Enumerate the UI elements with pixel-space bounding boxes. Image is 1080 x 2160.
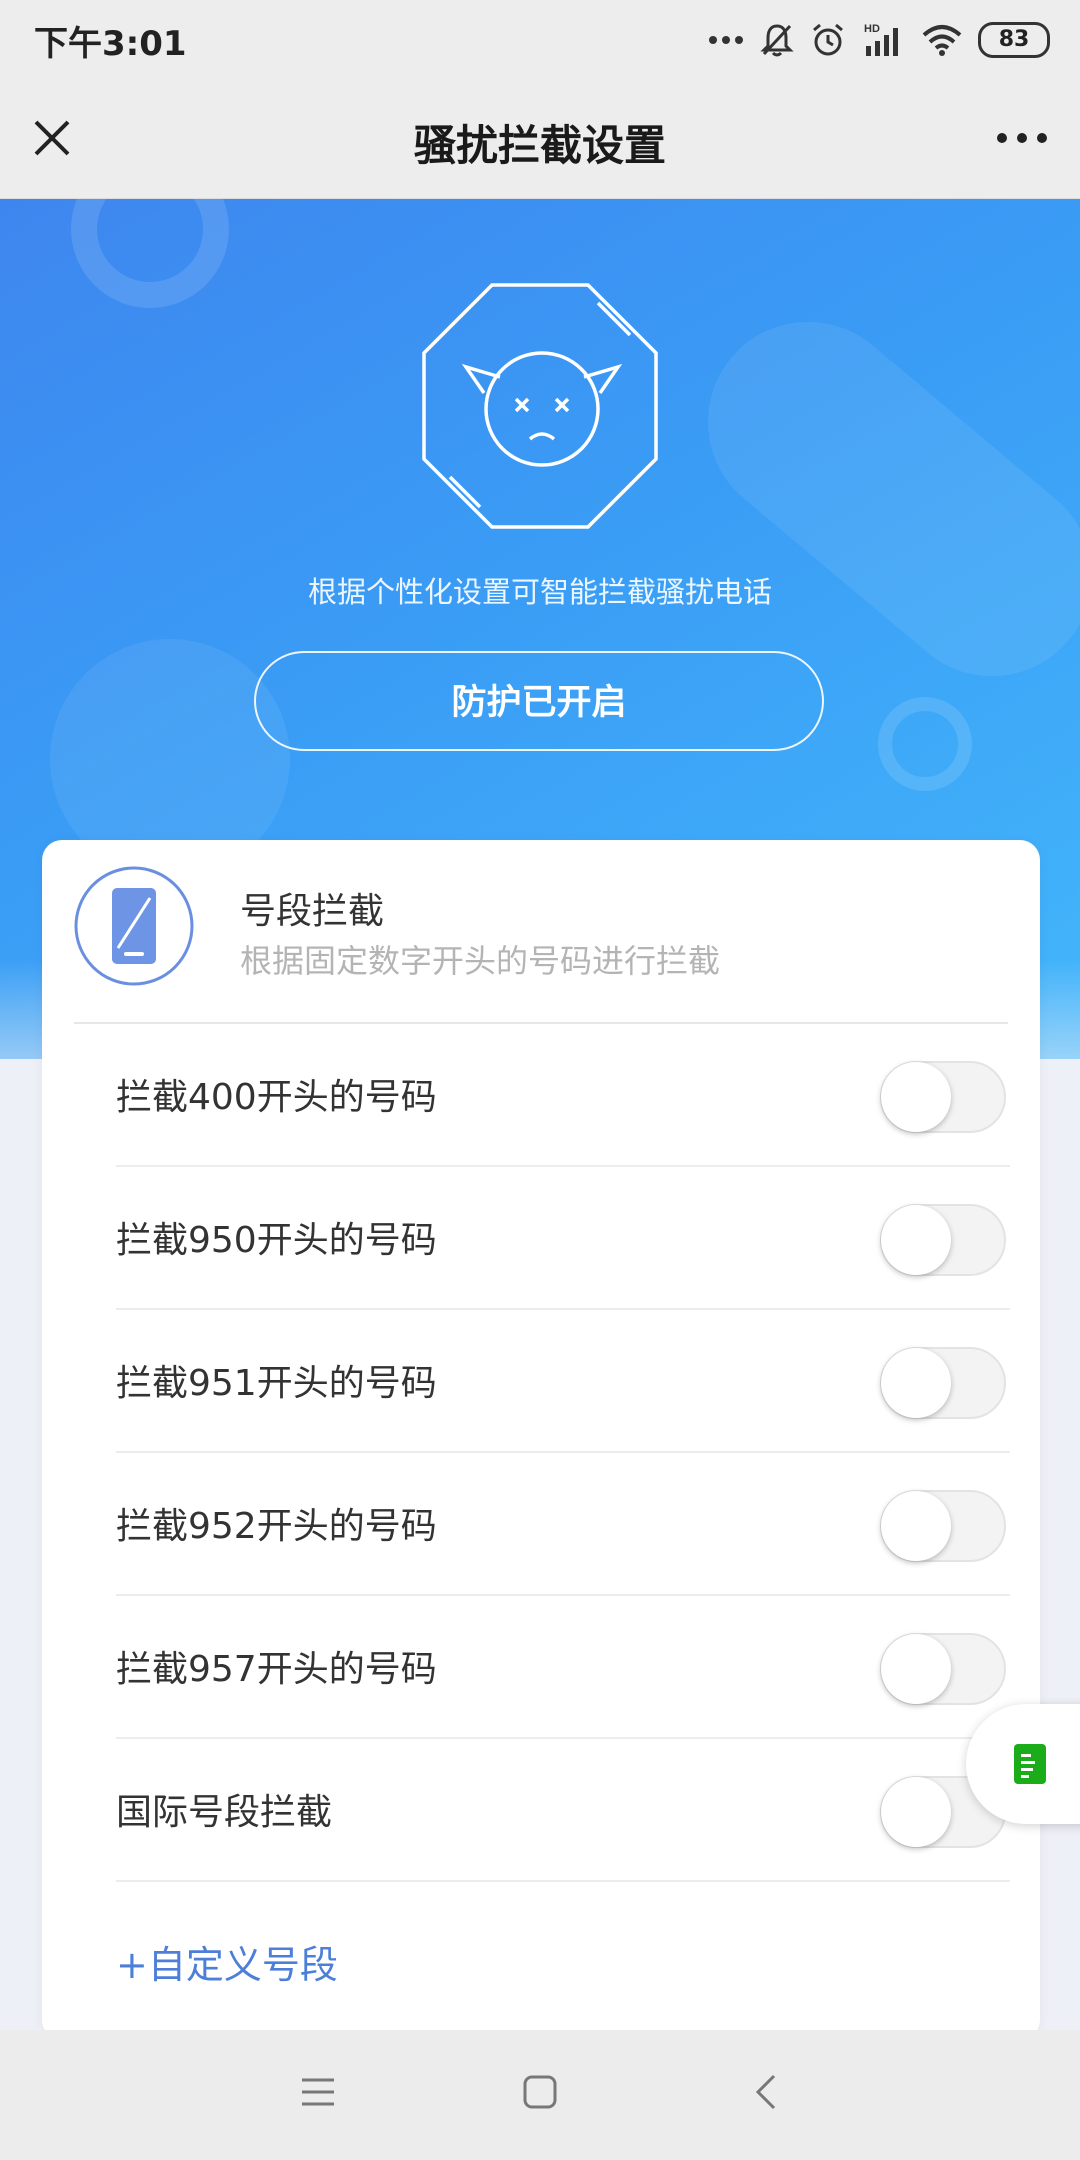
setting-label: 国际号段拦截: [116, 1792, 333, 1833]
toggle-knob: [881, 1777, 951, 1847]
toggle-knob: [881, 1491, 951, 1561]
decor-ring-top-left: [71, 199, 229, 308]
toggle-knob: [881, 1348, 951, 1418]
decor-ring-right: [878, 697, 972, 791]
card-title: 号段拦截: [240, 891, 385, 932]
home-icon[interactable]: [522, 2074, 558, 2110]
setting-label: 拦截952开头的号码: [116, 1506, 437, 1547]
toggle-switch-950[interactable]: [880, 1204, 1006, 1276]
phone-icon: [74, 866, 194, 986]
status-icons: HD 83: [708, 18, 1050, 62]
network-label: HD: [864, 23, 880, 35]
alarm-icon: [813, 23, 843, 56]
setting-row-400[interactable]: 拦截400开头的号码: [116, 1024, 1010, 1167]
signal-icon: HD: [864, 23, 898, 56]
page-title: 骚扰拦截设置: [413, 121, 666, 170]
toggle-knob: [881, 1634, 951, 1704]
wifi-icon: [922, 25, 962, 56]
toggle-knob: [881, 1205, 951, 1275]
menu-icon[interactable]: [300, 2074, 336, 2110]
toggle-knob: [881, 1062, 951, 1132]
setting-row-951[interactable]: 拦截951开头的号码: [116, 1310, 1010, 1453]
setting-label: 拦截950开头的号码: [116, 1220, 437, 1261]
setting-row-952[interactable]: 拦截952开头的号码: [116, 1453, 1010, 1596]
more-dots-icon: [709, 36, 743, 44]
nav-bar: 骚扰拦截设置: [0, 80, 1080, 199]
setting-label: 拦截957开头的号码: [116, 1649, 437, 1690]
setting-label: 拦截951开头的号码: [116, 1363, 437, 1404]
system-navigation-bar: [0, 2030, 1080, 2160]
status-time: 下午3:01: [34, 24, 187, 64]
floating-document-button[interactable]: [966, 1704, 1080, 1824]
card-subtitle: 根据固定数字开头的号码进行拦截: [240, 942, 721, 980]
toggle-switch-400[interactable]: [880, 1061, 1006, 1133]
hero-description: 根据个性化设置可智能拦截骚扰电话: [307, 575, 772, 609]
setting-row-950[interactable]: 拦截950开头的号码: [116, 1167, 1010, 1310]
document-icon: [1014, 1744, 1046, 1784]
setting-row-international[interactable]: 国际号段拦截: [116, 1739, 1010, 1882]
toggle-switch-951[interactable]: [880, 1347, 1006, 1419]
number-segment-card: 号段拦截 根据固定数字开头的号码进行拦截 拦截400开头的号码 拦截950开头的…: [42, 840, 1040, 2040]
add-custom-segment-link[interactable]: +自定义号段: [116, 1934, 338, 1989]
setting-label: 拦截400开头的号码: [116, 1077, 437, 1118]
angry-devil-shield-icon: [422, 283, 658, 529]
more-icon[interactable]: [992, 116, 1052, 160]
setting-row-957[interactable]: 拦截957开头的号码: [116, 1596, 1010, 1739]
toggle-switch-952[interactable]: [880, 1490, 1006, 1562]
protection-status-button[interactable]: 防护已开启: [254, 651, 824, 751]
battery-icon: 83: [978, 22, 1050, 58]
status-bar: 下午3:01 HD 83: [0, 0, 1080, 80]
back-icon[interactable]: [752, 2074, 780, 2110]
toggle-switch-957[interactable]: [880, 1633, 1006, 1705]
card-header: 号段拦截 根据固定数字开头的号码进行拦截: [42, 840, 1040, 1024]
mute-bell-icon: [760, 24, 794, 57]
